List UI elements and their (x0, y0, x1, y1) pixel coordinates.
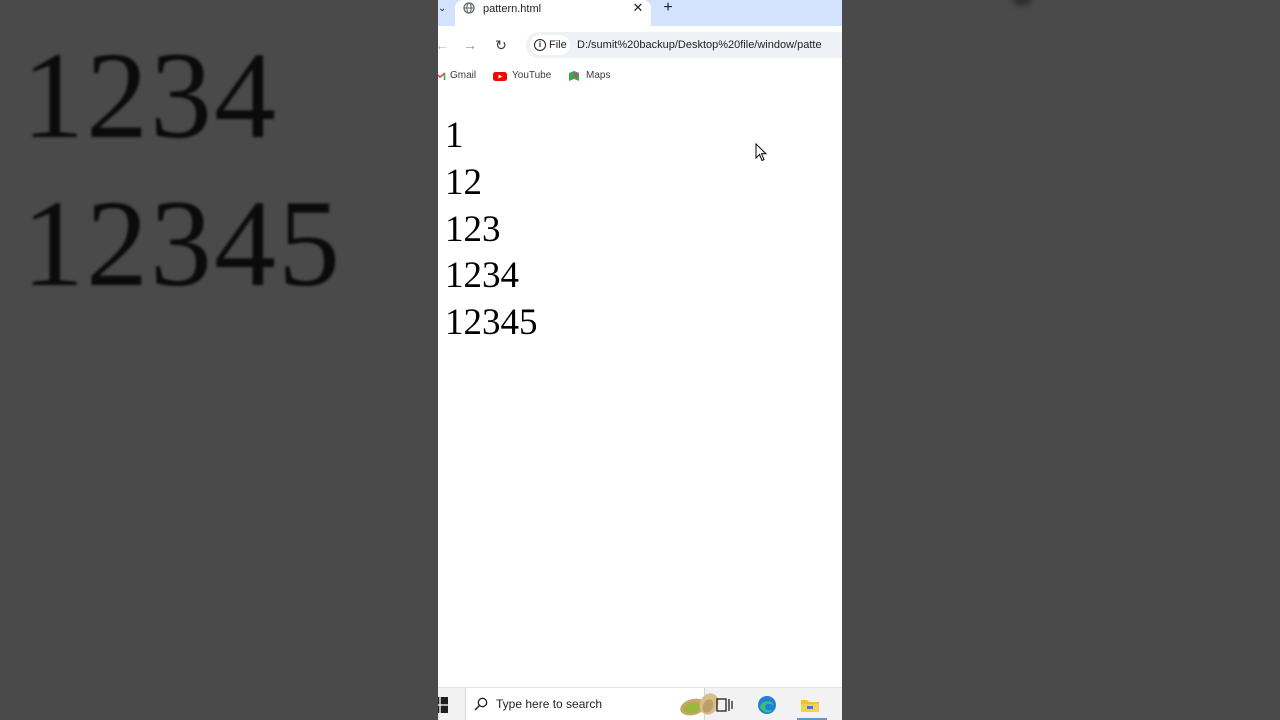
bookmark-label: Maps (586, 70, 611, 81)
background-blur-artifact (1012, 0, 1032, 6)
bookmark-label: YouTube (512, 70, 552, 81)
youtube-icon (493, 72, 507, 81)
pattern-line-1: 1 (445, 115, 464, 156)
site-chip-label: File (549, 39, 567, 51)
windows-taskbar: Type here to search (438, 687, 842, 720)
bookmarks-bar: Gmail YouTube Maps (438, 64, 842, 88)
bookmark-gmail[interactable]: Gmail (438, 69, 479, 83)
browser-toolbar: ← → ↻ i File D:/sumit%20backup/Desktop%2… (438, 26, 842, 64)
mouse-cursor-icon (755, 143, 768, 162)
windows-start-icon[interactable] (438, 697, 448, 713)
search-icon (474, 697, 488, 711)
pattern-line-4: 1234 (445, 255, 519, 296)
tab-search-dropdown[interactable]: ⌄ (438, 2, 448, 16)
search-placeholder: Type here to search (496, 697, 603, 711)
browser-window: ⌄ pattern.html ✕ + ← → ↻ i File D:/sumit… (438, 0, 842, 720)
forward-button[interactable]: → (461, 36, 479, 54)
tab-title: pattern.html (483, 3, 542, 15)
bookmark-youtube[interactable]: YouTube (493, 69, 553, 83)
tab-close-icon[interactable]: ✕ (631, 1, 645, 15)
globe-icon (463, 2, 475, 14)
new-tab-button[interactable]: + (660, 0, 676, 17)
background-zoom-line-2: 12345 (22, 175, 342, 312)
maps-icon (569, 71, 579, 81)
edge-icon[interactable] (756, 694, 778, 716)
url-text[interactable]: D:/sumit%20backup/Desktop%20file/window/… (577, 38, 822, 52)
gmail-icon (438, 72, 446, 80)
site-info-chip[interactable]: i File (530, 35, 570, 55)
bookmark-maps[interactable]: Maps (568, 69, 614, 83)
pattern-line-2: 12 (445, 162, 482, 203)
reload-button[interactable]: ↻ (492, 36, 510, 54)
address-bar[interactable]: i File D:/sumit%20backup/Desktop%20file/… (526, 32, 842, 58)
background-zoom-line-1: 1234 (22, 27, 278, 164)
bookmark-label: Gmail (450, 70, 477, 81)
task-view-icon[interactable] (714, 694, 736, 716)
tab-strip: ⌄ pattern.html ✕ + (438, 0, 842, 26)
back-button[interactable]: ← (438, 36, 451, 54)
taskbar-search-box[interactable]: Type here to search (465, 688, 719, 720)
file-explorer-icon[interactable] (799, 694, 821, 716)
page-content: 1 12 123 1234 12345 (438, 88, 842, 687)
pattern-line-5: 12345 (445, 302, 538, 343)
pattern-line-3: 123 (445, 209, 501, 250)
info-icon: i (534, 39, 546, 51)
tab-pattern-html[interactable]: pattern.html ✕ (455, 0, 651, 26)
